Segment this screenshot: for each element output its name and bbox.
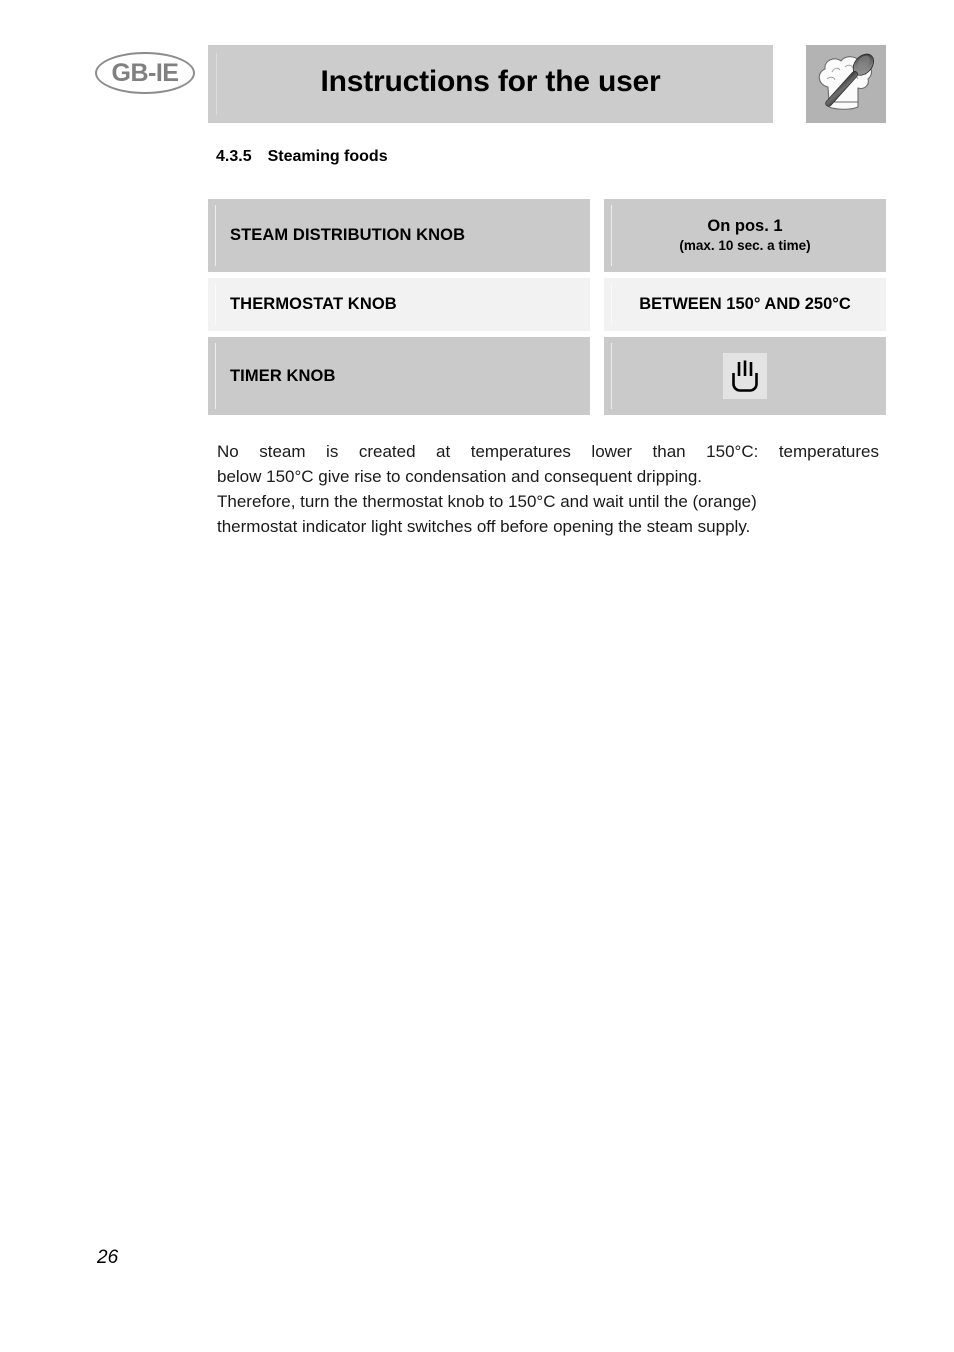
table-row: STEAM DISTRIBUTION KNOB On pos. 1 (max. … <box>208 199 886 272</box>
section-heading: 4.3.5 Steaming foods <box>216 148 388 166</box>
table-cell-value: On pos. 1 (max. 10 sec. a time) <box>604 199 886 272</box>
thermostat-knob-label: THERMOSTAT KNOB <box>230 295 397 313</box>
table-cell-label: STEAM DISTRIBUTION KNOB <box>208 199 590 272</box>
steam-distribution-knob-value: On pos. 1 <box>707 217 783 236</box>
column-gap <box>590 337 604 415</box>
page-title: Instructions for the user <box>320 65 661 98</box>
body-line-4: thermostat indicator light switches off … <box>217 516 751 536</box>
timer-knob-label: TIMER KNOB <box>230 366 336 385</box>
body-line-2: below 150°C give rise to condensation an… <box>217 466 703 486</box>
body-line-1: No steam is created at temperatures lowe… <box>217 442 879 461</box>
chef-hat-spoon-icon <box>806 45 886 123</box>
section-title: Steaming foods <box>267 148 388 165</box>
language-badge-label: GB-IE <box>111 58 179 87</box>
table-row: TIMER KNOB <box>208 337 886 415</box>
column-gap <box>590 278 604 331</box>
body-line-3: Therefore, turn the thermostat knob to 1… <box>217 491 757 511</box>
page-title-bar: Instructions for the user <box>208 45 773 123</box>
body-paragraph: No steam is created at temperatures lowe… <box>217 440 879 540</box>
steam-distribution-knob-note: (max. 10 sec. a time) <box>679 238 811 254</box>
page-number: 26 <box>97 1247 119 1268</box>
table-cell-value <box>604 337 886 415</box>
manual-hand-icon <box>723 353 767 399</box>
language-badge: GB-IE <box>95 52 195 94</box>
section-number: 4.3.5 <box>216 148 252 165</box>
thermostat-knob-value: BETWEEN 150° AND 250°C <box>639 295 851 314</box>
settings-table: STEAM DISTRIBUTION KNOB On pos. 1 (max. … <box>208 199 886 421</box>
table-cell-value: BETWEEN 150° AND 250°C <box>604 278 886 331</box>
table-cell-label: THERMOSTAT KNOB <box>208 278 590 331</box>
table-cell-label: TIMER KNOB <box>208 337 590 415</box>
table-row: THERMOSTAT KNOB BETWEEN 150° AND 250°C <box>208 278 886 331</box>
steam-distribution-knob-label: STEAM DISTRIBUTION KNOB <box>230 226 466 244</box>
column-gap <box>590 199 604 272</box>
